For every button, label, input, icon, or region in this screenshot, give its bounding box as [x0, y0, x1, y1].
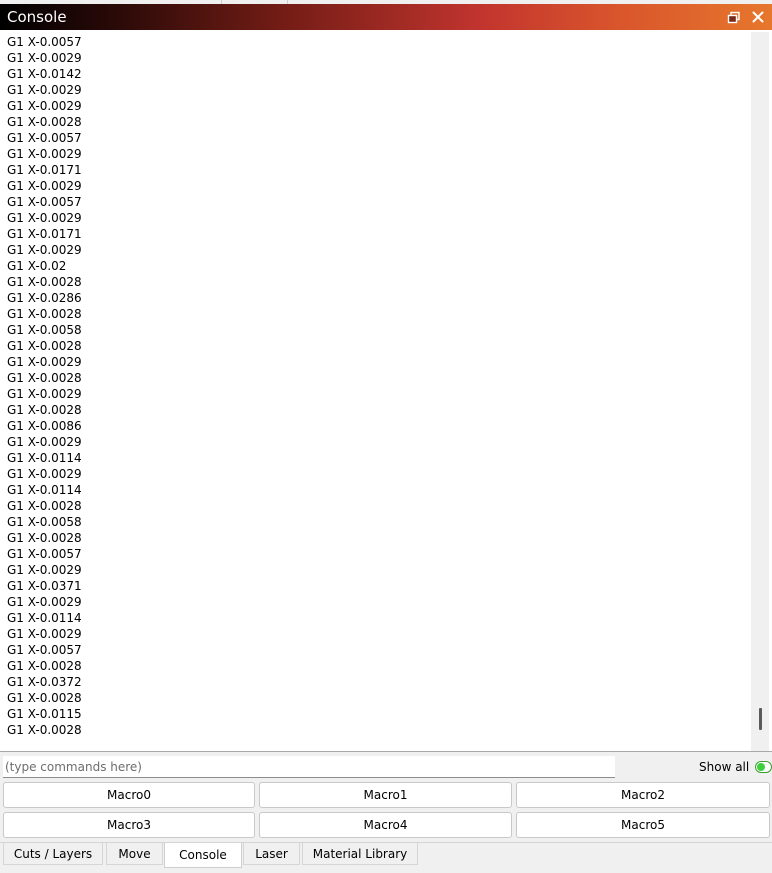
- close-icon[interactable]: [750, 9, 766, 25]
- tab-laser[interactable]: Laser: [243, 843, 300, 865]
- console-output[interactable]: G1 X-0.0057 G1 X-0.0029 G1 X-0.0142 G1 X-0.…: [1, 32, 769, 751]
- tab-cuts-layers[interactable]: Cuts / Layers: [3, 843, 103, 865]
- console-line: G1 X-0.0058: [7, 323, 82, 337]
- console-line: G1 X-0.0028: [7, 307, 82, 321]
- console-line: G1 X-0.0142: [7, 67, 82, 81]
- console-line: G1 X-0.0029: [7, 99, 82, 113]
- console-line: G1 X-0.0029: [7, 243, 82, 257]
- console-line: G1 X-0.0057: [7, 547, 82, 561]
- macro-panel: Macro0 Macro1 Macro2 Macro3 Macro4 Macro…: [0, 780, 772, 842]
- console-line: G1 X-0.0058: [7, 515, 82, 529]
- toggle-knob: [757, 763, 765, 771]
- console-line: G1 X-0.0114: [7, 611, 82, 625]
- console-line: G1 X-0.0086: [7, 419, 82, 433]
- console-line: G1 X-0.0114: [7, 451, 82, 465]
- console-line: G1 X-0.0029: [7, 467, 82, 481]
- tab-material-library[interactable]: Material Library: [302, 843, 418, 865]
- console-line: G1 X-0.0028: [7, 339, 82, 353]
- show-all-toggle[interactable]: [755, 761, 772, 773]
- console-line: G1 X-0.0057: [7, 131, 82, 145]
- console-line: G1 X-0.0115: [7, 707, 82, 721]
- console-line: G1 X-0.0029: [7, 147, 82, 161]
- macro1-button[interactable]: Macro1: [259, 782, 512, 808]
- window-title: Console: [7, 8, 67, 26]
- console-scrollbar[interactable]: [751, 32, 769, 751]
- console-line: G1 X-0.0057: [7, 643, 82, 657]
- console-line: G1 X-0.0028: [7, 691, 82, 705]
- macro2-button[interactable]: Macro2: [516, 782, 770, 808]
- console-line: G1 X-0.0029: [7, 387, 82, 401]
- console-line: G1 X-0.0029: [7, 627, 82, 641]
- tab-bar: Cuts / Layers Move Console Laser Materia…: [0, 842, 772, 873]
- tab-console[interactable]: Console: [164, 843, 242, 868]
- console-line: G1 X-0.0029: [7, 211, 82, 225]
- command-row: Show all: [0, 752, 772, 780]
- console-line: G1 X-0.0029: [7, 179, 82, 193]
- console-line: G1 X-0.0028: [7, 659, 82, 673]
- console-line: G1 X-0.0029: [7, 355, 82, 369]
- console-line: G1 X-0.0029: [7, 435, 82, 449]
- console-line: G1 X-0.0028: [7, 499, 82, 513]
- console-line: G1 X-0.0057: [7, 35, 82, 49]
- console-line: G1 X-0.0371: [7, 579, 82, 593]
- macro0-button[interactable]: Macro0: [3, 782, 255, 808]
- console-line: G1 X-0.0286: [7, 291, 82, 305]
- console-line: G1 X-0.0028: [7, 531, 82, 545]
- console-line: G1 X-0.0171: [7, 163, 82, 177]
- console-line: G1 X-0.0029: [7, 563, 82, 577]
- console-line: G1 X-0.02: [7, 259, 67, 273]
- console-line: G1 X-0.0028: [7, 275, 82, 289]
- console-line: G1 X-0.0029: [7, 51, 82, 65]
- console-line: G1 X-0.0114: [7, 483, 82, 497]
- macro5-button[interactable]: Macro5: [516, 812, 770, 838]
- console-line: G1 X-0.0029: [7, 595, 82, 609]
- console-line: G1 X-0.0171: [7, 227, 82, 241]
- console-line: G1 X-0.0028: [7, 403, 82, 417]
- console-title-bar[interactable]: Console: [0, 4, 772, 30]
- console-line: G1 X-0.0029: [7, 83, 82, 97]
- console-line: G1 X-0.0028: [7, 115, 82, 129]
- command-input[interactable]: [3, 756, 615, 778]
- macro3-button[interactable]: Macro3: [3, 812, 255, 838]
- console-lines: G1 X-0.0057 G1 X-0.0029 G1 X-0.0142 G1 X-0.…: [7, 34, 747, 738]
- macro4-button[interactable]: Macro4: [259, 812, 512, 838]
- tab-move[interactable]: Move: [106, 843, 163, 865]
- show-all-label: Show all: [699, 760, 750, 774]
- scroll-thumb[interactable]: [759, 708, 762, 730]
- console-line: G1 X-0.0372: [7, 675, 82, 689]
- restore-window-icon[interactable]: [727, 10, 741, 24]
- console-line: G1 X-0.0028: [7, 723, 82, 737]
- console-line: G1 X-0.0057: [7, 195, 82, 209]
- console-line: G1 X-0.0028: [7, 371, 82, 385]
